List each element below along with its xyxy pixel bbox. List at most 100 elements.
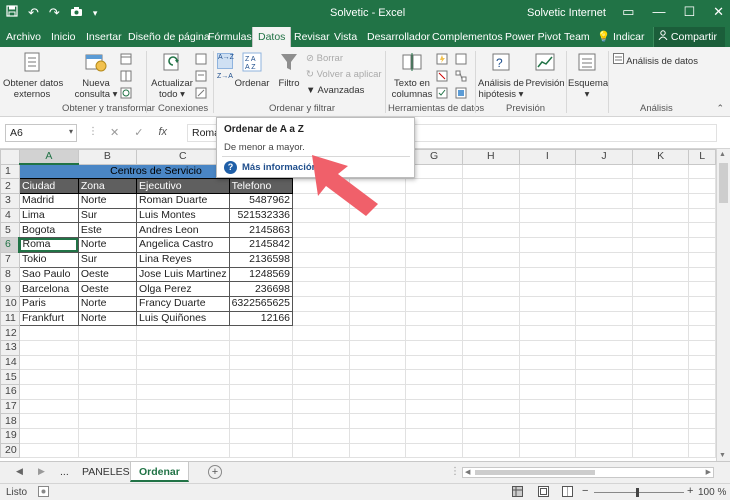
cell[interactable] (405, 354, 463, 371)
data-cell[interactable]: 1248569 (228, 266, 294, 283)
cell[interactable] (228, 442, 294, 459)
row-header[interactable]: 9 (0, 281, 20, 297)
data-cell[interactable]: Angelica Castro (136, 237, 230, 253)
camera-icon[interactable] (70, 5, 83, 21)
cell[interactable] (518, 398, 577, 415)
cell[interactable] (18, 339, 79, 356)
cell[interactable] (348, 442, 407, 459)
data-model-icon[interactable] (455, 87, 467, 102)
cell[interactable] (18, 354, 79, 371)
table-header-cell[interactable]: Ciudad (18, 178, 79, 195)
cell[interactable] (688, 339, 716, 356)
cell[interactable] (348, 266, 407, 283)
cell[interactable] (688, 428, 716, 444)
close-button[interactable]: ✕ (713, 4, 724, 20)
row-header[interactable]: 2 (0, 178, 20, 195)
cell[interactable] (688, 413, 716, 430)
cell[interactable] (688, 369, 716, 385)
column-header[interactable]: L (688, 149, 716, 165)
cell[interactable] (575, 384, 633, 400)
cell[interactable] (18, 325, 79, 341)
cell[interactable] (77, 325, 138, 341)
cell[interactable] (292, 398, 350, 415)
redo-icon[interactable]: ↷ (49, 5, 60, 21)
cell[interactable] (575, 251, 633, 268)
cell[interactable] (575, 354, 633, 371)
cell[interactable] (228, 325, 294, 341)
column-header[interactable]: I (518, 149, 577, 165)
sheet-tab-ordenar[interactable]: Ordenar (130, 462, 189, 482)
cell[interactable] (575, 398, 633, 415)
row-header[interactable]: 19 (0, 428, 20, 444)
cell[interactable] (136, 442, 230, 459)
cell[interactable] (461, 193, 520, 209)
cell[interactable] (136, 428, 230, 444)
recent-sources-icon[interactable] (120, 87, 132, 102)
cell[interactable] (631, 413, 690, 430)
cell[interactable] (348, 369, 407, 385)
cell[interactable] (631, 251, 690, 268)
data-cell[interactable]: Oeste (77, 281, 138, 297)
data-validation-icon[interactable] (436, 87, 448, 102)
cell[interactable] (518, 266, 577, 283)
cell[interactable] (518, 251, 577, 268)
cell[interactable] (405, 413, 463, 430)
insert-function-icon[interactable]: fx (158, 126, 167, 139)
tab-team[interactable]: Team (564, 30, 590, 44)
cell[interactable] (461, 237, 520, 253)
tab-archivo[interactable]: Archivo (6, 30, 41, 44)
tell-me-box[interactable]: 💡 Indicar (597, 30, 645, 44)
cell[interactable] (18, 398, 79, 415)
cell[interactable] (348, 384, 407, 400)
cell[interactable] (77, 339, 138, 356)
relationships-icon[interactable] (455, 70, 467, 85)
row-header[interactable]: 1 (0, 163, 20, 180)
cell[interactable] (228, 413, 294, 430)
outline-button[interactable]: Esquema ▾ (568, 51, 608, 100)
cell[interactable] (461, 178, 520, 195)
cell[interactable] (688, 163, 716, 180)
zoom-out-button[interactable]: − (582, 485, 588, 497)
cell[interactable] (405, 369, 463, 385)
cell[interactable] (518, 413, 577, 430)
data-cell[interactable]: Andres Leon (136, 222, 230, 239)
page-break-view-icon[interactable] (562, 486, 573, 500)
cell[interactable] (461, 369, 520, 385)
row-header[interactable]: 4 (0, 207, 20, 224)
cell[interactable] (292, 310, 350, 327)
column-header[interactable]: H (461, 149, 520, 165)
cell[interactable] (575, 325, 633, 341)
column-header[interactable]: A (18, 149, 79, 166)
cell[interactable] (405, 281, 463, 297)
data-cell[interactable]: Norte (77, 237, 138, 253)
data-cell[interactable]: 2145863 (228, 222, 294, 239)
data-cell[interactable]: Lima (18, 207, 79, 224)
tab-datos[interactable]: Datos (252, 27, 292, 47)
cell[interactable] (461, 384, 520, 400)
edit-links-icon[interactable] (195, 87, 207, 102)
cell[interactable] (688, 222, 716, 239)
cell[interactable] (518, 178, 577, 195)
cell[interactable] (18, 428, 79, 444)
cell[interactable] (461, 398, 520, 415)
cell[interactable] (348, 281, 407, 297)
data-cell[interactable]: Norte (77, 193, 138, 209)
cell[interactable] (688, 178, 716, 195)
cell[interactable] (136, 354, 230, 371)
data-cell[interactable]: Jose Luis Martinez (136, 266, 230, 283)
cell[interactable] (688, 251, 716, 268)
cell[interactable] (688, 398, 716, 415)
row-header[interactable]: 15 (0, 369, 20, 385)
cell[interactable] (292, 266, 350, 283)
cell[interactable] (575, 413, 633, 430)
data-cell[interactable]: 521532336 (228, 207, 294, 224)
cell[interactable] (136, 413, 230, 430)
save-icon[interactable] (6, 5, 18, 21)
cell[interactable] (292, 339, 350, 356)
data-cell[interactable]: Roman Duarte (136, 193, 230, 209)
cell[interactable] (405, 339, 463, 356)
data-cell[interactable]: 6322565625 (228, 295, 294, 312)
data-cell[interactable]: Bogota (18, 222, 79, 239)
cell[interactable] (405, 178, 463, 195)
cell[interactable] (292, 237, 350, 253)
